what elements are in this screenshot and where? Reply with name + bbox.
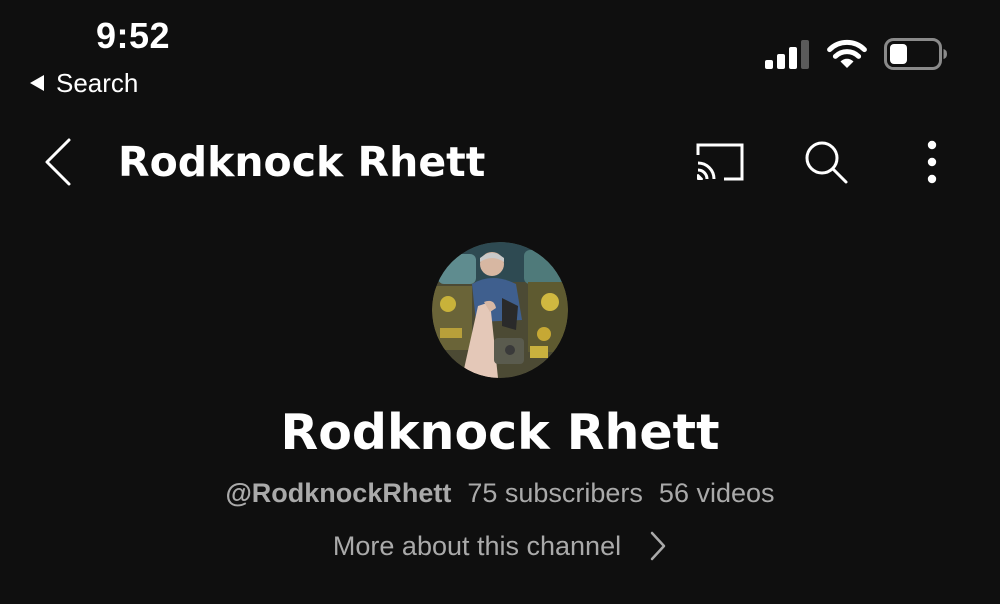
app-header: Rodknock Rhett xyxy=(0,126,1000,198)
more-options-button[interactable] xyxy=(902,132,962,192)
video-count: 56 videos xyxy=(658,478,775,508)
cast-button[interactable] xyxy=(690,132,750,192)
channel-avatar[interactable] xyxy=(432,242,568,378)
channel-name: Rodknock Rhett xyxy=(280,404,720,461)
chevron-right-icon xyxy=(649,530,667,562)
avatar-photo xyxy=(432,242,568,378)
wifi-icon xyxy=(827,39,867,68)
cellular-signal-icon xyxy=(765,40,809,69)
battery-icon xyxy=(884,38,947,70)
search-button[interactable] xyxy=(796,132,856,192)
back-triangle-icon xyxy=(30,75,44,91)
subscriber-count: 75 subscribers xyxy=(467,478,643,508)
page-title: Rodknock Rhett xyxy=(118,138,486,186)
channel-handle: @RodknockRhett xyxy=(225,478,452,508)
back-to-app-link[interactable]: Search xyxy=(30,66,138,100)
back-button[interactable] xyxy=(36,132,80,192)
back-to-app-label: Search xyxy=(56,67,139,98)
cast-icon xyxy=(696,143,744,181)
more-vert-icon xyxy=(927,140,937,184)
more-about-channel-link[interactable]: More about this channel xyxy=(0,526,1000,566)
status-icons xyxy=(764,36,948,72)
channel-meta: @RodknockRhett 75 subscribers 56 videos xyxy=(0,474,1000,512)
status-time: 9:52 xyxy=(96,15,171,56)
search-icon xyxy=(805,141,848,184)
back-chevron-icon xyxy=(45,138,71,186)
more-about-label: More about this channel xyxy=(332,531,622,561)
